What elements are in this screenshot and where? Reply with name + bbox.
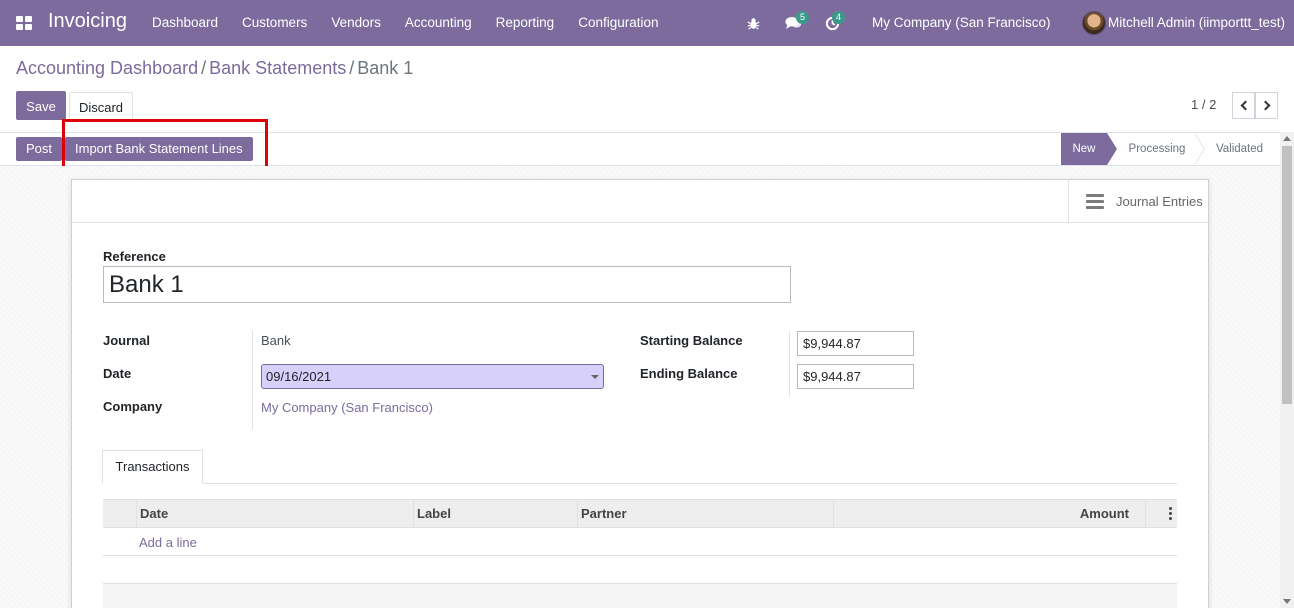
add-a-line-link[interactable]: Add a line [139,535,197,550]
tab-bar-line [102,483,1177,484]
reference-input[interactable]: Bank 1 [103,266,791,303]
stage-new[interactable]: New [1061,133,1107,165]
breadcrumb-bank-statements[interactable]: Bank Statements [209,58,346,78]
stage-processing[interactable]: Processing [1119,133,1195,165]
table-footer [103,584,1177,608]
stage-arrow [1194,133,1204,165]
journal-label: Journal [103,333,150,348]
apps-menu-icon[interactable] [16,16,32,30]
company-label: Company [103,399,163,414]
date-input-value: 09/16/2021 [266,369,332,384]
breadcrumb-accounting-dashboard[interactable]: Accounting Dashboard [16,58,198,78]
column-amount[interactable]: Amount [833,500,1145,527]
page-scrollbar[interactable] [1280,132,1294,608]
journal-value: Bank [261,333,291,348]
date-label: Date [103,366,132,381]
breadcrumb: Accounting Dashboard / Bank Statements / Ban… [16,58,413,79]
company-link[interactable]: My Company (San Francisco) [261,400,433,415]
optional-columns-icon[interactable] [1169,507,1172,520]
starting-balance-input[interactable]: $9,944.87 [797,331,914,356]
transactions-table-header: Date Label Partner Amount [103,499,1177,528]
app-brand[interactable]: Invoicing [48,10,127,33]
menu-vendors[interactable]: Vendors [319,0,393,46]
menu-reporting[interactable]: Reporting [484,0,567,46]
main-menu: Dashboard Customers Vendors Accounting R… [140,0,671,46]
ending-balance-input[interactable]: $9,944.87 [797,364,914,389]
menu-customers[interactable]: Customers [230,0,319,46]
pager-previous-button[interactable] [1232,92,1255,119]
field-separator [252,331,253,429]
breadcrumb-separator: / [349,58,355,78]
save-button[interactable]: Save [16,91,66,120]
user-menu[interactable]: Mitchell Admin (iimporttt_test) [1108,0,1285,46]
starting-balance-label: Starting Balance [640,333,743,348]
company-switcher[interactable]: My Company (San Francisco) [872,0,1051,46]
scrollbar-thumb[interactable] [1282,146,1292,404]
menu-accounting[interactable]: Accounting [393,0,484,46]
breadcrumb-separator: / [201,58,207,78]
table-row-divider [103,555,1177,556]
post-button[interactable]: Post [16,137,63,161]
discard-button[interactable]: Discard [69,92,133,121]
journal-entries-button[interactable]: Journal Entries [1068,180,1208,223]
date-input[interactable]: 09/16/2021 [261,364,604,389]
bars-icon [1086,194,1104,209]
stage-validated[interactable]: Validated [1207,133,1272,165]
form-sheet: Journal Entries [71,179,1209,608]
menu-dashboard[interactable]: Dashboard [140,0,230,46]
stage-arrow [1107,133,1117,165]
chevron-right-icon [1260,100,1270,111]
column-partner[interactable]: Partner [577,500,833,527]
user-avatar[interactable] [1082,11,1106,35]
column-date[interactable]: Date [136,500,413,527]
column-label[interactable]: Label [413,500,577,527]
field-separator [789,331,790,397]
activities-clock-icon[interactable]: 4 [822,0,845,46]
activities-badge: 4 [832,11,845,24]
ending-balance-label: Ending Balance [640,366,738,381]
pager-next-button[interactable] [1255,92,1278,119]
messages-chat-icon[interactable]: 5 [782,0,809,46]
menu-configuration[interactable]: Configuration [566,0,670,46]
scroll-down-icon[interactable] [1283,599,1291,604]
chevron-left-icon [1240,100,1250,111]
tab-transactions[interactable]: Transactions [102,450,203,484]
caret-down-icon [591,375,599,379]
column-optional-toggle[interactable] [1145,500,1177,527]
smart-button-box: Journal Entries [72,180,1208,223]
debug-bug-icon[interactable] [744,0,762,46]
pager-value[interactable]: 1 / 2 [1191,97,1216,112]
scroll-up-icon[interactable] [1283,136,1291,141]
breadcrumb-current: Bank 1 [357,58,414,78]
messages-badge: 5 [796,11,809,24]
journal-entries-label: Journal Entries [1116,194,1203,209]
top-navbar: Invoicing Dashboard Customers Vendors Ac… [0,0,1294,46]
reference-label: Reference [103,249,166,264]
